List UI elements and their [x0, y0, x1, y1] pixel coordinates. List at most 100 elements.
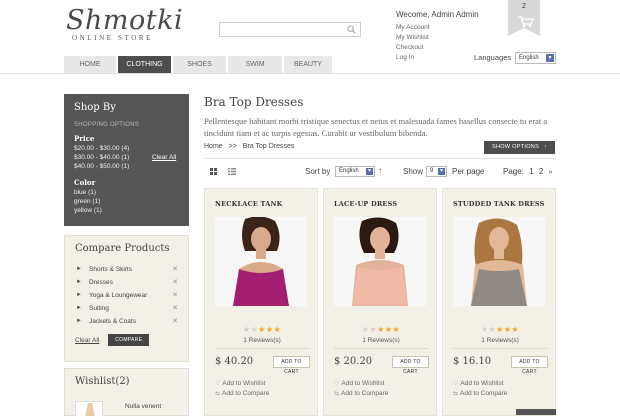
- add-to-compare-link[interactable]: ⇆ Add to Compare: [453, 390, 507, 397]
- review-count[interactable]: 1 Reviews(s): [205, 337, 319, 344]
- cart-button[interactable]: 2: [508, 0, 540, 36]
- dress-shape: [471, 269, 527, 306]
- sort-by-select[interactable]: English ▼: [335, 166, 375, 177]
- nav-tab-home[interactable]: HOME: [64, 56, 118, 73]
- add-to-compare-label: Add to Compare: [222, 390, 270, 397]
- rating-stars: ★★★★★: [361, 325, 401, 334]
- breadcrumb-current: Bra Top Dresses: [242, 143, 295, 150]
- search-box[interactable]: [219, 22, 361, 37]
- price-filter-option[interactable]: $20.00 - $30.00 (4): [74, 144, 179, 153]
- dropdown-arrow-icon: ▼: [546, 54, 554, 62]
- next-page-icon[interactable]: »: [549, 169, 553, 176]
- heart-icon: ♡: [334, 381, 340, 387]
- remove-icon[interactable]: ✕: [172, 302, 178, 315]
- add-to-compare-label: Add to Compare: [460, 390, 508, 397]
- main-nav: HOME CLOTHING SHOES SWIM BEAUTY: [64, 56, 334, 73]
- arrow-up-icon: ↑: [543, 144, 547, 150]
- language-select[interactable]: English ▼: [515, 52, 556, 64]
- compare-icon: ⇆: [453, 391, 459, 397]
- wishlist-item-thumbnail[interactable]: [75, 401, 103, 416]
- product-name[interactable]: NECKLACE TANK: [215, 200, 282, 208]
- product-photo: [334, 217, 426, 306]
- breadcrumb-separator: >>: [228, 143, 237, 150]
- product-name[interactable]: STUDDED TANK DRESS: [453, 200, 545, 208]
- compare-actions: Clear All COMPARE: [75, 334, 178, 346]
- bullet-arrow-icon: ►: [76, 292, 82, 298]
- product-divider: [453, 348, 547, 349]
- per-page-value: 9: [430, 168, 434, 174]
- dropdown-arrow-icon: ▼: [438, 168, 445, 175]
- nav-tab-swim[interactable]: SWIM: [228, 56, 284, 73]
- add-to-compare-link[interactable]: ⇆ Add to Compare: [334, 390, 388, 397]
- color-filter-option[interactable]: yellow (1): [74, 206, 179, 215]
- price-filter-title: Price: [74, 134, 95, 143]
- nav-tab-beauty[interactable]: BEAUTY: [284, 56, 334, 73]
- product-photo: [453, 217, 545, 306]
- product-name[interactable]: LACE-UP DRESS: [334, 200, 397, 208]
- grid-view-icon[interactable]: [210, 168, 217, 175]
- price-filter-option[interactable]: $40.00 - $50.00 (1): [74, 162, 179, 171]
- shop-by-panel: Shop By SHOPPING OPTIONS Price $20.00 - …: [64, 94, 189, 226]
- compare-button[interactable]: COMPARE: [108, 334, 150, 346]
- my-wishlist-link[interactable]: My Wishlist: [396, 33, 479, 43]
- product-price: $ 16.10: [453, 356, 492, 367]
- dress-shape: [352, 267, 408, 306]
- compare-item[interactable]: ► Dresses ✕: [75, 276, 178, 289]
- show-label: Show: [403, 167, 424, 176]
- logo-script-text: Shmotki: [66, 5, 184, 36]
- compare-item[interactable]: ► Jackets & Coats ✕: [75, 315, 178, 328]
- login-link[interactable]: Log In: [396, 53, 479, 63]
- search-icon[interactable]: [347, 25, 356, 34]
- bullet-arrow-icon: ►: [76, 305, 82, 311]
- add-to-compare-link[interactable]: ⇆ Add to Compare: [215, 390, 269, 397]
- wishlist-item-name[interactable]: Nulla venent: [125, 403, 161, 410]
- add-to-cart-button[interactable]: ADD TO CART: [392, 356, 429, 375]
- review-count[interactable]: 1 Reviews(s): [324, 337, 438, 344]
- product-image[interactable]: [453, 217, 545, 306]
- nav-tab-shoes[interactable]: SHOES: [173, 56, 228, 73]
- remove-icon[interactable]: ✕: [172, 263, 178, 276]
- page-1-link[interactable]: 1: [529, 167, 533, 176]
- product-image[interactable]: [334, 217, 426, 306]
- nav-tab-clothing[interactable]: CLOTHING: [118, 56, 173, 73]
- per-page-select[interactable]: 9 ▼: [426, 166, 447, 177]
- my-account-link[interactable]: My Account: [396, 23, 479, 33]
- add-to-wishlist-link[interactable]: ♡ Add to Wishlist: [453, 380, 503, 387]
- sort-by-value: English: [339, 168, 359, 174]
- add-to-wishlist-label: Add to Wishlist: [341, 380, 385, 387]
- checkout-link[interactable]: Checkout: [396, 43, 479, 53]
- add-to-wishlist-label: Add to Wishlist: [222, 380, 266, 387]
- page-2-link[interactable]: 2: [539, 167, 543, 176]
- show-options-button[interactable]: SHOW OPTIONS ↑: [484, 141, 555, 154]
- toolbar-divider: [204, 158, 556, 159]
- remove-icon[interactable]: ✕: [172, 276, 178, 289]
- remove-icon[interactable]: ✕: [172, 315, 178, 328]
- add-to-wishlist-link[interactable]: ♡ Add to Wishlist: [334, 380, 384, 387]
- compare-item-label: Suiting: [89, 305, 109, 312]
- add-to-wishlist-link[interactable]: ♡ Add to Wishlist: [215, 380, 265, 387]
- compare-products-panel: Compare Products ► Shorts & Skirts ✕ ► Dres…: [64, 235, 189, 362]
- color-filter-option[interactable]: green (1): [74, 197, 179, 206]
- review-count[interactable]: 1 Reviews(s): [443, 337, 557, 344]
- compare-item[interactable]: ► Suiting ✕: [75, 302, 178, 315]
- breadcrumb-home[interactable]: Home: [204, 143, 223, 150]
- clear-filters-link[interactable]: Clear All: [152, 154, 176, 161]
- color-filter-option[interactable]: blue (1): [74, 188, 179, 197]
- sort-direction-icon[interactable]: ↑: [378, 166, 382, 175]
- add-to-cart-button[interactable]: ADD TO CART: [511, 356, 548, 375]
- account-panel: Wecome, Admin Admin My Account My Wishli…: [396, 10, 479, 63]
- list-view-icon[interactable]: [228, 168, 236, 175]
- compare-item[interactable]: ► Shorts & Skirts ✕: [75, 263, 178, 276]
- search-input[interactable]: [220, 23, 340, 36]
- compare-item[interactable]: ► Yoga & Loungewear ✕: [75, 289, 178, 302]
- compare-clear-all-link[interactable]: Clear All: [75, 337, 99, 344]
- compare-icon: ⇆: [334, 391, 340, 397]
- store-logo[interactable]: Shmotki ONLINE STORE: [66, 5, 184, 43]
- product-image[interactable]: [215, 217, 307, 306]
- cart-count: 2: [522, 3, 526, 10]
- add-to-cart-button[interactable]: ADD TO CART: [273, 356, 310, 375]
- wishlist-title: Wishlist(2): [75, 376, 130, 387]
- product-corner-flag: [516, 409, 556, 415]
- remove-icon[interactable]: ✕: [172, 289, 178, 302]
- bullet-arrow-icon: ►: [76, 279, 82, 285]
